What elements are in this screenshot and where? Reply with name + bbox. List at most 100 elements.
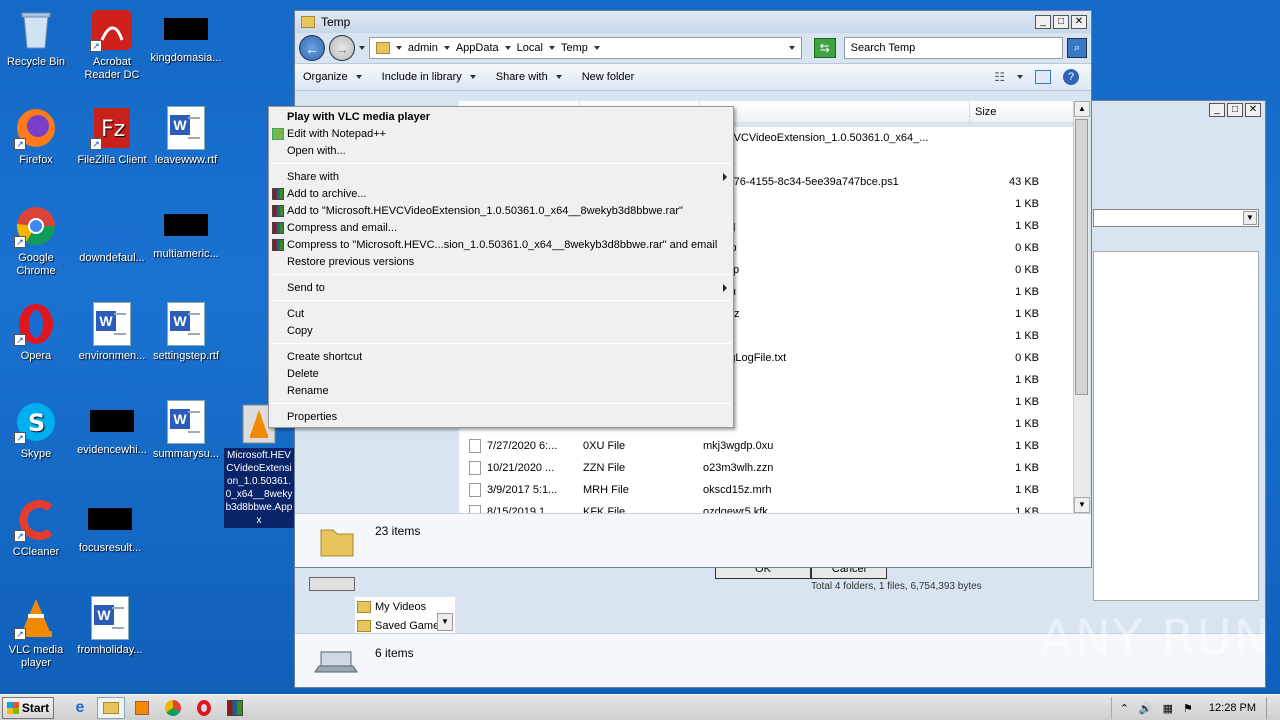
menu-item-add-to-archive[interactable]: Add to archive... <box>272 186 367 202</box>
desktop-icon-ccleaner[interactable]: ↗ CCleaner <box>0 498 72 559</box>
notepadpp-icon <box>272 128 284 140</box>
desktop-icon-environment[interactable]: environmen... <box>76 302 148 363</box>
menu-item-copy[interactable]: Copy <box>287 323 313 339</box>
desktop-icon-acrobat[interactable]: ↗ Acrobat Reader DC <box>76 8 148 82</box>
folder-large-icon <box>317 520 357 560</box>
menu-item-cut[interactable]: Cut <box>287 306 304 322</box>
volume-icon[interactable]: 🔊 <box>1139 702 1153 715</box>
table-row[interactable]: 10/21/2020 ... ZZN File o23m3wlh.zzn 1 KB <box>459 457 1075 479</box>
organize-button[interactable]: Organize <box>303 71 362 83</box>
network-icon[interactable]: ▦ <box>1163 702 1173 715</box>
view-options-icon[interactable]: ☷ <box>994 70 1005 84</box>
menu-item-add-to-rar[interactable]: Add to "Microsoft.HEVCVideoExtension_1.0… <box>272 203 683 219</box>
desktop-icon-kingdomasia[interactable]: kingdomasia... <box>150 8 222 65</box>
menu-item-send-to[interactable]: Send to <box>287 280 325 296</box>
title-bar: Temp _ □ ✕ <box>295 11 1091 33</box>
menu-item-properties[interactable]: Properties <box>287 409 337 425</box>
drive-icon <box>309 577 355 591</box>
dropdown-field[interactable]: ▼ <box>1093 209 1259 227</box>
file-size: 0 KB <box>1015 242 1039 254</box>
breadcrumb-temp[interactable]: Temp <box>561 42 588 54</box>
preview-pane-icon[interactable] <box>1035 70 1051 84</box>
close-button[interactable]: ✕ <box>1245 103 1261 117</box>
file-type: MRH File <box>583 484 629 496</box>
chevron-down-icon[interactable]: ▼ <box>1243 211 1257 225</box>
file-size: 1 KB <box>1015 440 1039 452</box>
clock[interactable]: 12:28 PM <box>1209 702 1256 714</box>
close-button[interactable]: ✕ <box>1071 15 1087 29</box>
table-row[interactable]: 7/27/2020 6:... 0XU File mkj3wgdp.0xu 1 KB <box>459 435 1075 457</box>
search-icon[interactable]: ⌕ <box>1067 38 1087 58</box>
menu-item-delete[interactable]: Delete <box>287 366 319 382</box>
desktop-icon-vlc[interactable]: ↗ VLC media player <box>0 596 72 670</box>
desktop-icon-summary[interactable]: summarysu... <box>150 400 222 461</box>
file-size: 1 KB <box>1015 396 1039 408</box>
desktop-icon-recycle-bin[interactable]: Recycle Bin <box>0 8 72 69</box>
opera-icon: ↗ <box>14 302 58 346</box>
new-folder-button[interactable]: New folder <box>582 71 635 83</box>
column-size[interactable]: Size <box>975 106 996 118</box>
share-with-button[interactable]: Share with <box>496 71 562 83</box>
taskbar: Start e ⌃ 🔊 ▦ ⚑ 12:28 PM <box>0 694 1280 720</box>
desktop-icon-downdefault[interactable]: downdefaul... <box>76 204 148 265</box>
file-size: 1 KB <box>1015 330 1039 342</box>
desktop-icon-firefox[interactable]: ↗ Firefox <box>0 106 72 167</box>
show-desktop-button[interactable] <box>1266 697 1276 719</box>
desktop-icon-multiamerica[interactable]: multiameric... <box>150 204 222 261</box>
breadcrumb-admin[interactable]: admin <box>408 42 438 54</box>
command-bar: Organize Include in library Share with N… <box>295 63 1091 91</box>
menu-item-compress-email[interactable]: Compress and email... <box>272 220 397 236</box>
desktop-icon-opera[interactable]: ↗ Opera <box>0 302 72 363</box>
show-hidden-icons-icon[interactable]: ⌃ <box>1120 702 1129 715</box>
table-row[interactable]: 3/9/2017 5:1... MRH File okscd15z.mrh 1 KB <box>459 479 1075 501</box>
file-name: tz.hvr <box>699 418 969 430</box>
menu-item-create-shortcut[interactable]: Create shortcut <box>287 349 362 365</box>
start-button[interactable]: Start <box>2 696 54 719</box>
vertical-scrollbar[interactable]: ▲ ▼ <box>1073 101 1090 513</box>
desktop-icon-filezilla[interactable]: Fz ↗ FileZilla Client <box>76 106 148 167</box>
recent-pages-icon[interactable] <box>358 46 365 50</box>
menu-item-share-with[interactable]: Share with <box>287 169 339 185</box>
help-icon[interactable]: ? <box>1063 69 1079 85</box>
media-player-taskbar-icon[interactable] <box>128 697 156 719</box>
ie-taskbar-icon[interactable]: e <box>66 697 94 719</box>
desktop-icon-evidence[interactable]: evidencewhi... <box>76 400 148 457</box>
opera-taskbar-icon[interactable] <box>190 697 218 719</box>
search-input[interactable]: Search Temp <box>843 37 1064 59</box>
file-date: 7/27/2020 6:... <box>459 439 579 453</box>
explorer-taskbar-icon[interactable] <box>97 696 125 719</box>
menu-item-play-vlc[interactable]: Play with VLC media player <box>287 109 430 125</box>
back-button[interactable]: ← <box>299 35 325 61</box>
address-dropdown-icon[interactable] <box>788 46 795 50</box>
folder-icon <box>375 42 390 54</box>
menu-item-restore-versions[interactable]: Restore previous versions <box>287 254 414 270</box>
scroll-thumb[interactable] <box>1075 119 1088 395</box>
refresh-icon[interactable]: ⇆ <box>813 38 836 58</box>
desktop-icon-focusresult[interactable]: focusresult... <box>74 498 146 555</box>
maximize-button[interactable]: □ <box>1053 15 1069 29</box>
scroll-down-button[interactable]: ▼ <box>437 613 453 631</box>
desktop-icon-skype[interactable]: S ↗ Skype <box>0 400 72 461</box>
menu-item-open-with[interactable]: Open with... <box>287 143 346 159</box>
flag-icon[interactable]: ⚑ <box>1183 702 1193 715</box>
breadcrumb-appdata[interactable]: AppData <box>456 42 499 54</box>
desktop-icon-leavewww[interactable]: leavewww.rtf <box>150 106 222 167</box>
winrar-taskbar-icon[interactable] <box>221 697 249 719</box>
desktop-icon-chrome[interactable]: ↗ Google Chrome <box>0 204 72 278</box>
desktop-icon-fromholiday[interactable]: fromholiday... <box>74 596 146 657</box>
menu-item-rename[interactable]: Rename <box>287 383 329 399</box>
menu-item-compress-rar-email[interactable]: Compress to "Microsoft.HEVC...sion_1.0.5… <box>272 237 717 253</box>
breadcrumb-local[interactable]: Local <box>517 42 543 54</box>
scroll-down-button[interactable]: ▼ <box>1074 497 1090 513</box>
minimize-button[interactable]: _ <box>1035 15 1051 29</box>
forward-button[interactable]: → <box>328 35 355 61</box>
scroll-up-button[interactable]: ▲ <box>1074 101 1090 117</box>
table-row[interactable]: 8/15/2019 1... KFK File ozdqewr5.kfk 1 KB <box>459 501 1075 513</box>
desktop-icon-settingstep[interactable]: settingstep.rtf <box>150 302 222 363</box>
menu-item-edit-notepadpp[interactable]: Edit with Notepad++ <box>272 126 386 142</box>
include-in-library-button[interactable]: Include in library <box>382 71 476 83</box>
address-bar[interactable]: admin AppData Local Temp <box>368 37 802 59</box>
chrome-taskbar-icon[interactable] <box>159 697 187 719</box>
minimize-button[interactable]: _ <box>1209 103 1225 117</box>
maximize-button[interactable]: □ <box>1227 103 1243 117</box>
